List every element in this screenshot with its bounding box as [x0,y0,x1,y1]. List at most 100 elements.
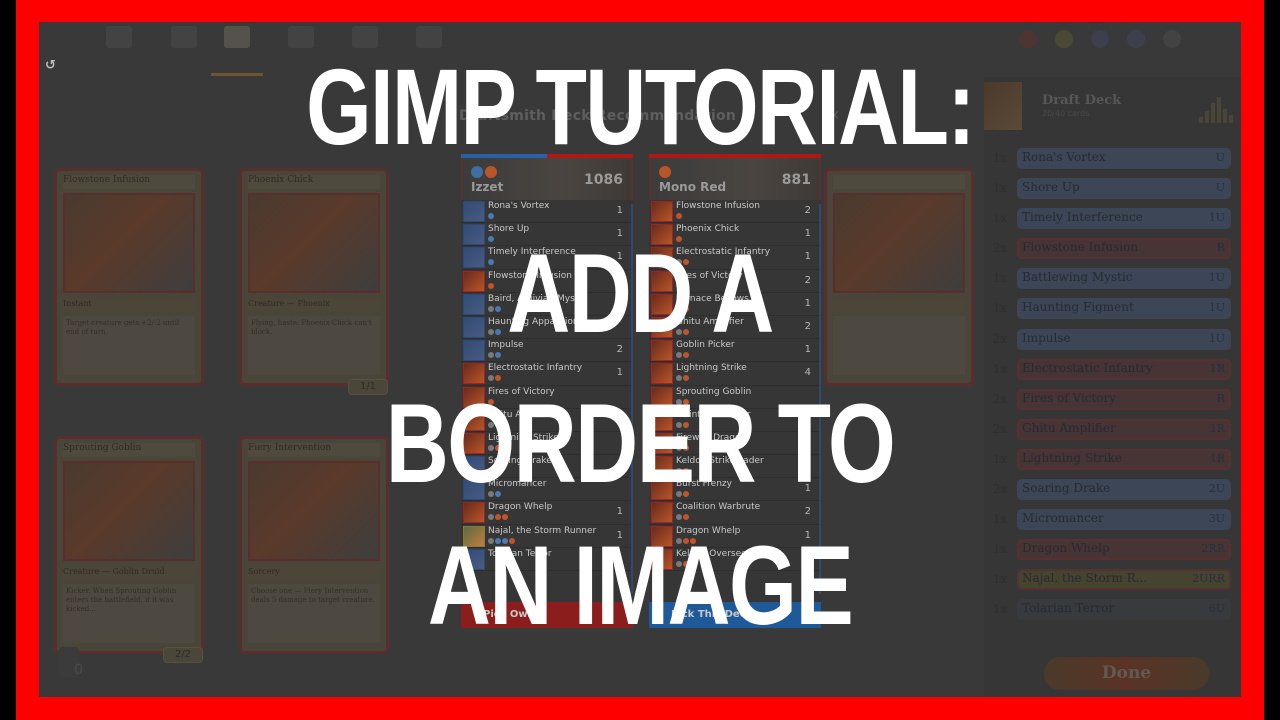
draft-deck-item[interactable]: 2x Fires of Victory R [984,385,1241,415]
deck-card-row[interactable]: Lightning Strike [461,432,633,456]
card-name: Haunting Apparition [488,316,579,327]
deck-card-row[interactable]: Baird, Argivian Mystic [461,293,633,316]
deck-score: 881 [781,172,811,188]
deck-card-row[interactable]: Timely Interference 1 [461,246,633,270]
nav-logo[interactable] [89,26,149,74]
deck-card-list: Rona's Vortex 1 Shore Up 1 Timely Interferen… [461,200,633,571]
card-thumbnail [463,479,485,501]
deck-card-row[interactable]: Flowstone Infusion 2 [649,200,821,224]
draft-deck-item[interactable]: 1x Dragon Whelp 2RR [984,535,1241,565]
mana-pip-icon [676,398,682,405]
draft-deck-item[interactable]: 1x Shore Up U [984,174,1241,204]
pick-this-deck-button[interactable]: Pick This Deck ✓ [649,602,821,628]
deck-card-row[interactable]: Keldon Overseer [649,548,821,571]
card-pill: Ghitu Amplifier 1R [1017,418,1231,440]
pack-card[interactable]: Flowstone Infusion Instant Target creatu… [54,168,204,386]
deck-recommendation-izzet[interactable]: Izzet 1086 Rona's Vortex 1 Shore Up 1 Timely… [461,154,633,604]
logo-icon [106,26,132,48]
deck-card-row[interactable]: Goblin Picker 1 [649,339,821,363]
draft-deck-item[interactable]: 1x Tolarian Terror 6U [984,595,1241,625]
deck-card-row[interactable]: Tolarian Terror [461,548,633,571]
deck-card-row[interactable]: Fireway Dragon 1 [649,432,821,456]
deck-card-row[interactable]: Swinterm Raider 2 [649,409,821,432]
card-pill: Battlewing Mystic 1U [1017,268,1231,290]
deck-card-row[interactable]: Ghitu Amplifier 2 [649,316,821,340]
pack-card[interactable] [824,168,974,386]
nav-mastery[interactable] [399,26,459,74]
deck-card-row[interactable]: Phoenix Chick 1 [649,223,821,247]
draft-deck-item[interactable]: 1x Najal, the Storm R... 2URR [984,565,1241,595]
scrollbar[interactable] [631,204,633,594]
mana-pip-icon [495,468,501,475]
deck-card-row[interactable]: Flowstone Infusion [461,270,633,293]
deck-card-row[interactable]: Lightning Strike 4 [649,362,821,386]
deck-card-row[interactable]: Haunting Apparition [461,316,633,340]
pick-own-button[interactable]: Pick Own [461,602,633,628]
card-title: Sprouting Goblin [63,443,195,457]
nav-packs[interactable] [271,26,331,74]
draft-deck-item[interactable]: 1x Electrostatic Infantry 1R [984,355,1241,385]
deck-card-row[interactable]: Fires of Victory 2 [649,270,821,293]
card-quantity: 1 [804,251,811,263]
done-button[interactable]: Done [1044,657,1209,690]
deck-card-row[interactable]: Sprouting Goblin [649,386,821,409]
close-icon[interactable]: × [829,108,840,123]
back-icon[interactable]: ↺ [45,58,56,73]
deck-card-row[interactable]: Dragon Whelp 1 [649,525,821,548]
deck-card-row[interactable]: Soaring Drake [461,455,633,479]
deck-card-row[interactable]: Micromancer [461,478,633,502]
deck-card-row[interactable]: Rona's Vortex 1 [461,200,633,224]
deck-card-row[interactable]: Shore Up 1 [461,223,633,247]
deck-header: Izzet 1086 [461,158,633,200]
draft-deck-item[interactable]: 1x Micromancer 3U [984,505,1241,535]
deck-card-row[interactable]: Electrostatic Infantry 1 [649,246,821,270]
mana-pip-icon [683,421,689,428]
mana-cost: 1R [1209,451,1225,465]
mana-pip-icon [676,560,682,567]
deck-card-row[interactable]: Coalition Warbrute 2 [649,501,821,525]
pack-card[interactable]: Phoenix Chick Creature — Phoenix Flying,… [239,168,389,395]
scrollbar[interactable] [819,204,821,594]
draft-deck-item[interactable]: 1x Lightning Strike 1R [984,445,1241,475]
mana-pip-icon [676,259,682,266]
nav-decks[interactable] [207,26,267,76]
deck-card-row[interactable]: Burst Frenzy 1 [649,478,821,502]
mana-cost [488,328,501,335]
card-count: 1x [992,512,1008,527]
card-thumbnail [651,224,673,246]
gold-icon[interactable] [1055,30,1073,48]
draft-deck-item[interactable]: 2x Impulse 1U [984,325,1241,355]
profile-icon[interactable] [1127,30,1145,48]
nav-store[interactable] [335,26,395,74]
deck-card-row[interactable]: Electrostatic Infantry 1 [461,362,633,386]
draft-deck-item[interactable]: 1x Timely Interference 1U [984,204,1241,234]
mana-cost: 1U [1208,271,1225,285]
card-art [63,461,195,561]
card-count: 0 [74,662,83,678]
draft-deck-item[interactable]: 2x Ghitu Amplifier 1R [984,415,1241,445]
deck-card-row[interactable]: Najal, the Storm Runner 1 [461,525,633,548]
draft-deck-item[interactable]: 2x Flowstone Infusion R [984,234,1241,264]
deck-card-row[interactable]: Impulse 2 [461,339,633,363]
gem-icon[interactable] [1091,30,1109,48]
draft-deck-item[interactable]: 1x Rona's Vortex U [984,144,1241,174]
draft-deck-item[interactable]: 1x Haunting Figment 1U [984,294,1241,324]
wildcard-icon[interactable] [1019,30,1037,48]
deck-card-row[interactable]: Dragon Whelp 1 [461,501,633,525]
draft-deck-item[interactable]: 2x Soaring Drake 2U [984,475,1241,505]
deck-card-row[interactable]: Ghitu Amplifier [461,409,633,432]
pack-card[interactable]: Fiery Intervention Sorcery Choose one — … [239,436,389,654]
nav-home[interactable] [154,26,214,74]
mana-pip-icon [683,398,689,405]
deck-card-row[interactable]: Furnace Bellows 1 [649,293,821,316]
card-name: Lightning Strike [1022,450,1122,465]
card-pill: Rona's Vortex U [1017,148,1231,169]
pack-card[interactable]: Sprouting Goblin Creature — Goblin Druid… [54,436,204,663]
settings-gear-icon[interactable] [1163,30,1181,48]
draft-deck-item[interactable]: 1x Battlewing Mystic 1U [984,264,1241,294]
mana-pip-icon [488,444,494,451]
deck-recommendation-mono-red[interactable]: Mono Red 881 Flowstone Infusion 2 Phoenix … [649,154,821,604]
deck-card-row[interactable]: Fires of Victory [461,386,633,409]
card-count: 2x [992,391,1008,406]
deck-card-row[interactable]: Keldon Strikeleader 1 [649,455,821,479]
